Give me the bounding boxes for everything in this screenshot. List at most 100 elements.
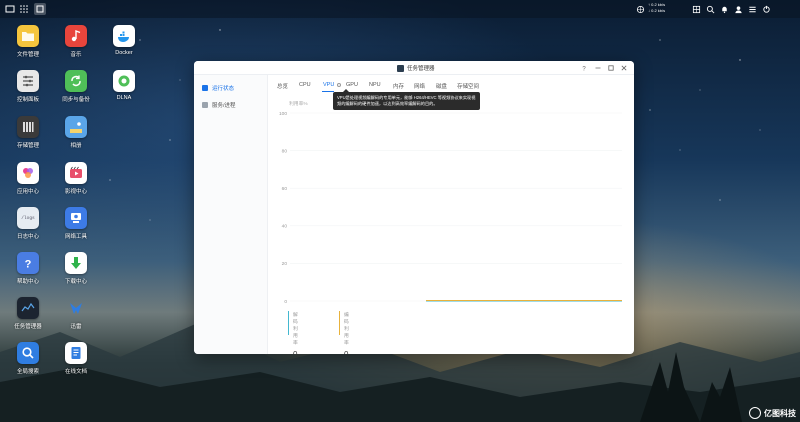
desktop-icon-label: 在线文档: [64, 369, 87, 375]
desktop-icon-network-tools[interactable]: 网络工具: [56, 207, 96, 240]
bell-icon[interactable]: [718, 3, 730, 15]
desktop-icon-app-center[interactable]: 应用中心: [8, 162, 48, 195]
status-icon: [202, 85, 208, 91]
desktop-icon-control-panel[interactable]: 控制面板: [8, 70, 48, 103]
tab-vpu[interactable]: VPU: [323, 82, 334, 88]
power-icon[interactable]: [760, 3, 772, 15]
active-tab-indicator: [322, 91, 334, 92]
docs-icon: [65, 342, 87, 364]
search-icon: [17, 342, 39, 364]
tab-network[interactable]: 网络: [414, 82, 425, 90]
sidebar-item-label: 运行状态: [212, 86, 235, 92]
close-icon[interactable]: [619, 63, 628, 72]
decode-label: 解码利用率: [293, 313, 298, 346]
tab-memory[interactable]: 内存: [393, 82, 404, 90]
home-icon[interactable]: [4, 3, 16, 15]
search-icon[interactable]: [704, 3, 716, 15]
desktop-icon-log-center[interactable]: /logs 日志中心: [8, 207, 48, 240]
desktop-icon-help-center[interactable]: ? 帮助中心: [8, 252, 48, 285]
tab-storage[interactable]: 存储空间: [457, 82, 479, 90]
desktop-icon-label: 文件管理: [16, 52, 39, 58]
desktop-icon-photos[interactable]: 相册: [56, 116, 96, 149]
decode-stat: 解码利用率 0 %: [288, 311, 300, 354]
desktop-icon-download-center[interactable]: 下载中心: [56, 252, 96, 285]
log-icon: /logs: [17, 207, 39, 229]
desktop-icon-storage-manager[interactable]: 存储管理: [8, 116, 48, 149]
grid-icon[interactable]: [690, 3, 702, 15]
video-icon: [65, 162, 87, 184]
download-icon: [65, 252, 87, 274]
sidebar: 运行状态 服务/进程: [194, 75, 268, 354]
vpu-usage-chart: 100 80 60 40 20 0: [279, 111, 622, 305]
watermark-logo-icon: [749, 407, 761, 419]
desktop-icon-task-manager[interactable]: 任务管理器: [8, 297, 48, 330]
desktop-icon-file-manager[interactable]: 文件管理: [8, 25, 48, 58]
desktop-icon-label: 同步与备份: [62, 97, 90, 103]
desktop-icon-label: 音乐: [70, 52, 82, 58]
desktop-icon-dlna[interactable]: DLNA: [104, 70, 144, 101]
desktop-icon-label: 影视中心: [64, 189, 87, 195]
svg-text:?: ?: [25, 259, 32, 271]
encode-stat: 编码利用率 0 %: [339, 311, 351, 354]
watermark: 亿图科技: [749, 407, 796, 419]
info-icon[interactable]: [337, 83, 341, 87]
encode-value: 0 %: [344, 350, 351, 354]
tab-cpu[interactable]: CPU: [299, 82, 311, 88]
menu-icon[interactable]: [746, 3, 758, 15]
services-icon: [202, 102, 208, 108]
network-speed: ↑ 0.2 kb/s ↓ 0.2 kb/s: [648, 2, 665, 14]
desktop-icon-label: 存储管理: [16, 143, 39, 149]
sidebar-item-services[interactable]: 服务/进程: [202, 100, 236, 110]
log-tile-text: /logs: [21, 215, 35, 221]
y-tick-label: 0: [284, 299, 287, 305]
tab-gpu[interactable]: GPU: [346, 82, 358, 88]
network-speed-icon: [634, 3, 646, 15]
watermark-text: 亿图科技: [764, 408, 796, 418]
control-panel-icon: [17, 70, 39, 92]
sidebar-item-running-status[interactable]: 运行状态: [202, 83, 234, 93]
desktop-icon-label: Docker: [115, 50, 133, 56]
desktop-icon-label: 全局搜索: [16, 369, 39, 375]
dlna-icon: [113, 70, 135, 92]
desktop-icon-label: DLNA: [116, 95, 132, 101]
desktop-icon-label: 日志中心: [16, 234, 39, 240]
sync-icon: [65, 70, 87, 92]
window-titlebar[interactable]: 任务管理器 ?: [194, 61, 634, 75]
desktop-icon-label: 任务管理器: [14, 324, 42, 330]
photo-icon: [65, 116, 87, 138]
desktop-icon-music[interactable]: 音乐: [56, 25, 96, 58]
sidebar-item-label: 服务/进程: [212, 103, 236, 109]
desktop-icon-online-docs[interactable]: 在线文档: [56, 342, 96, 375]
decode-value: 0 %: [293, 350, 300, 354]
desktop-icon-label: 应用中心: [16, 189, 39, 195]
top-bar: ↑ 0.2 kb/s ↓ 0.2 kb/s: [0, 0, 800, 18]
storage-icon: [17, 116, 39, 138]
minimize-icon[interactable]: [593, 63, 602, 72]
task-manager-icon: [397, 64, 404, 72]
task-manager-taskbar-icon[interactable]: [34, 3, 46, 15]
task-manager-window: 任务管理器 ? 运行状态 服务/进程 总览 CPU VPU GPU NPU 内存…: [194, 61, 634, 354]
help-icon[interactable]: ?: [579, 63, 588, 72]
desktop-icon-docker[interactable]: Docker: [104, 25, 144, 56]
desktop-icon-thunder[interactable]: 迅雷: [56, 297, 96, 330]
user-icon[interactable]: [732, 3, 744, 15]
desktop-icon-sync-backup[interactable]: 同步与备份: [56, 70, 96, 103]
maximize-icon[interactable]: [606, 63, 615, 72]
task-manager-icon: [17, 297, 39, 319]
thunder-icon: [65, 297, 87, 319]
desktop-icon-video-center[interactable]: 影视中心: [56, 162, 96, 195]
apps-grid-icon[interactable]: [18, 3, 30, 15]
tab-disk[interactable]: 磁盘: [436, 82, 447, 90]
network-tools-icon: [65, 207, 87, 229]
desktop-icon-global-search[interactable]: 全局搜索: [8, 342, 48, 375]
desktop-icon-label: 控制面板: [16, 97, 39, 103]
desktop-icon-label: 帮助中心: [16, 279, 39, 285]
app-center-icon: [17, 162, 39, 184]
music-icon: [65, 25, 87, 47]
y-tick-label: 60: [282, 186, 288, 192]
tab-overview[interactable]: 总览: [277, 82, 288, 90]
desktop-icon-label: 网络工具: [64, 234, 87, 240]
y-tick-label: 80: [282, 148, 288, 154]
tab-npu[interactable]: NPU: [369, 82, 381, 88]
svg-text:?: ?: [582, 66, 586, 71]
